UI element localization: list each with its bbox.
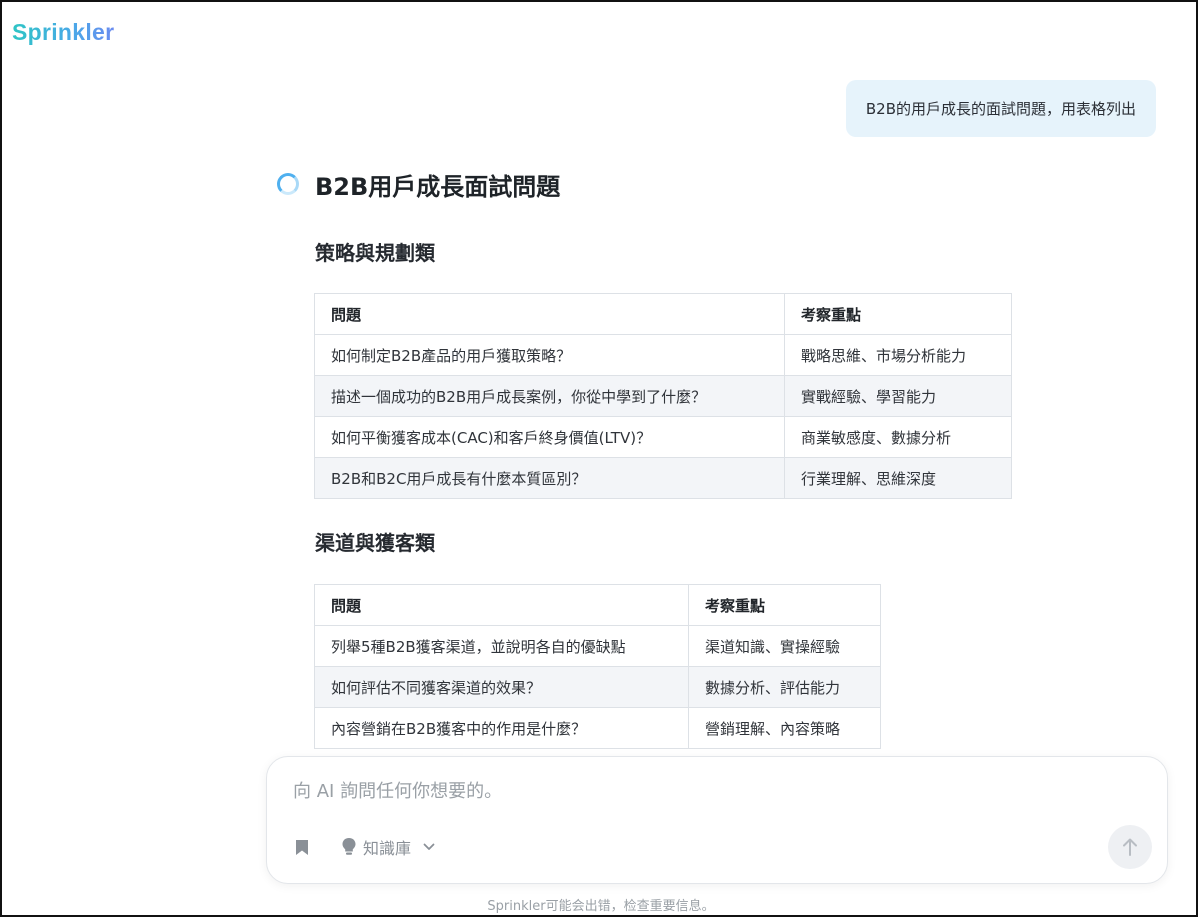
table-cell: 行業理解、思維深度 — [784, 457, 1012, 499]
table-cell: 戰略思維、市場分析能力 — [784, 334, 1012, 376]
chat-input[interactable] — [293, 781, 1053, 802]
loading-spinner-icon — [277, 173, 299, 195]
table-cell: 如何制定B2B產品的用戶獲取策略？ — [314, 334, 785, 376]
send-button[interactable] — [1108, 825, 1152, 869]
disclaimer-text: Sprinkler可能会出错，检查重要信息。 — [487, 899, 715, 914]
chat-composer: 知識庫 — [266, 756, 1168, 884]
table-row: 如何制定B2B產品的用戶獲取策略？ 戰略思維、市場分析能力 — [314, 334, 1012, 376]
answer-title: B2B用戶成長面試問題 — [315, 172, 561, 201]
user-message-bubble: B2B的用戶成長的面試問題，用表格列出 — [845, 80, 1156, 137]
table-cell: 數據分析、評估能力 — [688, 666, 881, 708]
table-row: 如何平衡獲客成本(CAC)和客戶終身價值(LTV)？ 商業敏感度、數據分析 — [314, 416, 1012, 458]
table-cell: 如何平衡獲客成本(CAC)和客戶終身價值(LTV)？ — [314, 416, 785, 458]
table-header-row: 問題 考察重點 — [314, 584, 881, 626]
table-row: B2B和B2C用戶成長有什麼本質區別？ 行業理解、思維深度 — [314, 457, 1012, 499]
table-cell: 描述一個成功的B2B用戶成長案例，你從中學到了什麼？ — [314, 375, 785, 417]
table-header-row: 問題 考察重點 — [314, 293, 1012, 335]
table-cell: 營銷理解、內容策略 — [688, 707, 881, 749]
app-logo[interactable]: Sprinkler — [12, 19, 114, 46]
table-cell: 列舉5種B2B獲客渠道，並說明各自的優缺點 — [314, 625, 689, 667]
section-title-strategy: 策略與規劃類 — [315, 241, 435, 265]
table-cell: 商業敏感度、數據分析 — [784, 416, 1012, 458]
column-header-focus: 考察重點 — [784, 293, 1012, 335]
table-cell: 如何評估不同獲客渠道的效果？ — [314, 666, 689, 708]
assistant-answer: B2B用戶成長面試問題 策略與規劃類 問題 考察重點 如何制定B2B產品的用戶獲… — [277, 167, 1037, 749]
table-cell: B2B和B2C用戶成長有什麼本質區別？ — [314, 457, 785, 499]
chevron-down-icon — [423, 843, 435, 850]
column-header-focus: 考察重點 — [688, 584, 881, 626]
arrow-up-icon — [1123, 838, 1137, 856]
knowledge-base-dropdown[interactable]: 知識庫 — [341, 835, 435, 859]
bookmark-icon[interactable] — [295, 839, 309, 856]
app-window: Sprinkler B2B的用戶成長的面試問題，用表格列出 B2B用戶成長面試問… — [0, 0, 1198, 917]
table-cell: 內容營銷在B2B獲客中的作用是什麼？ — [314, 707, 689, 749]
column-header-question: 問題 — [314, 293, 785, 335]
knowledge-base-label: 知識庫 — [363, 839, 412, 858]
table-cell: 渠道知識、實操經驗 — [688, 625, 881, 667]
lightbulb-icon — [342, 838, 356, 855]
user-message-text: B2B的用戶成長的面試問題，用表格列出 — [865, 100, 1136, 118]
answer-header: B2B用戶成長面試問題 — [277, 167, 1037, 201]
channels-table: 問題 考察重點 列舉5種B2B獲客渠道，並說明各自的優缺點 渠道知識、實操經驗 … — [314, 584, 881, 749]
table-cell: 實戰經驗、學習能力 — [784, 375, 1012, 417]
table-row: 列舉5種B2B獲客渠道，並說明各自的優缺點 渠道知識、實操經驗 — [314, 625, 881, 667]
table-row: 描述一個成功的B2B用戶成長案例，你從中學到了什麼？ 實戰經驗、學習能力 — [314, 375, 1012, 417]
strategy-table: 問題 考察重點 如何制定B2B產品的用戶獲取策略？ 戰略思維、市場分析能力 描述… — [314, 293, 1012, 499]
table-row: 內容營銷在B2B獲客中的作用是什麼？ 營銷理解、內容策略 — [314, 707, 881, 749]
table-row: 如何評估不同獲客渠道的效果？ 數據分析、評估能力 — [314, 666, 881, 708]
column-header-question: 問題 — [314, 584, 689, 626]
section-title-channels: 渠道與獲客類 — [315, 531, 435, 555]
channels-table-viewport: 問題 考察重點 列舉5種B2B獲客渠道，並說明各自的優缺點 渠道知識、實操經驗 … — [277, 584, 1037, 749]
